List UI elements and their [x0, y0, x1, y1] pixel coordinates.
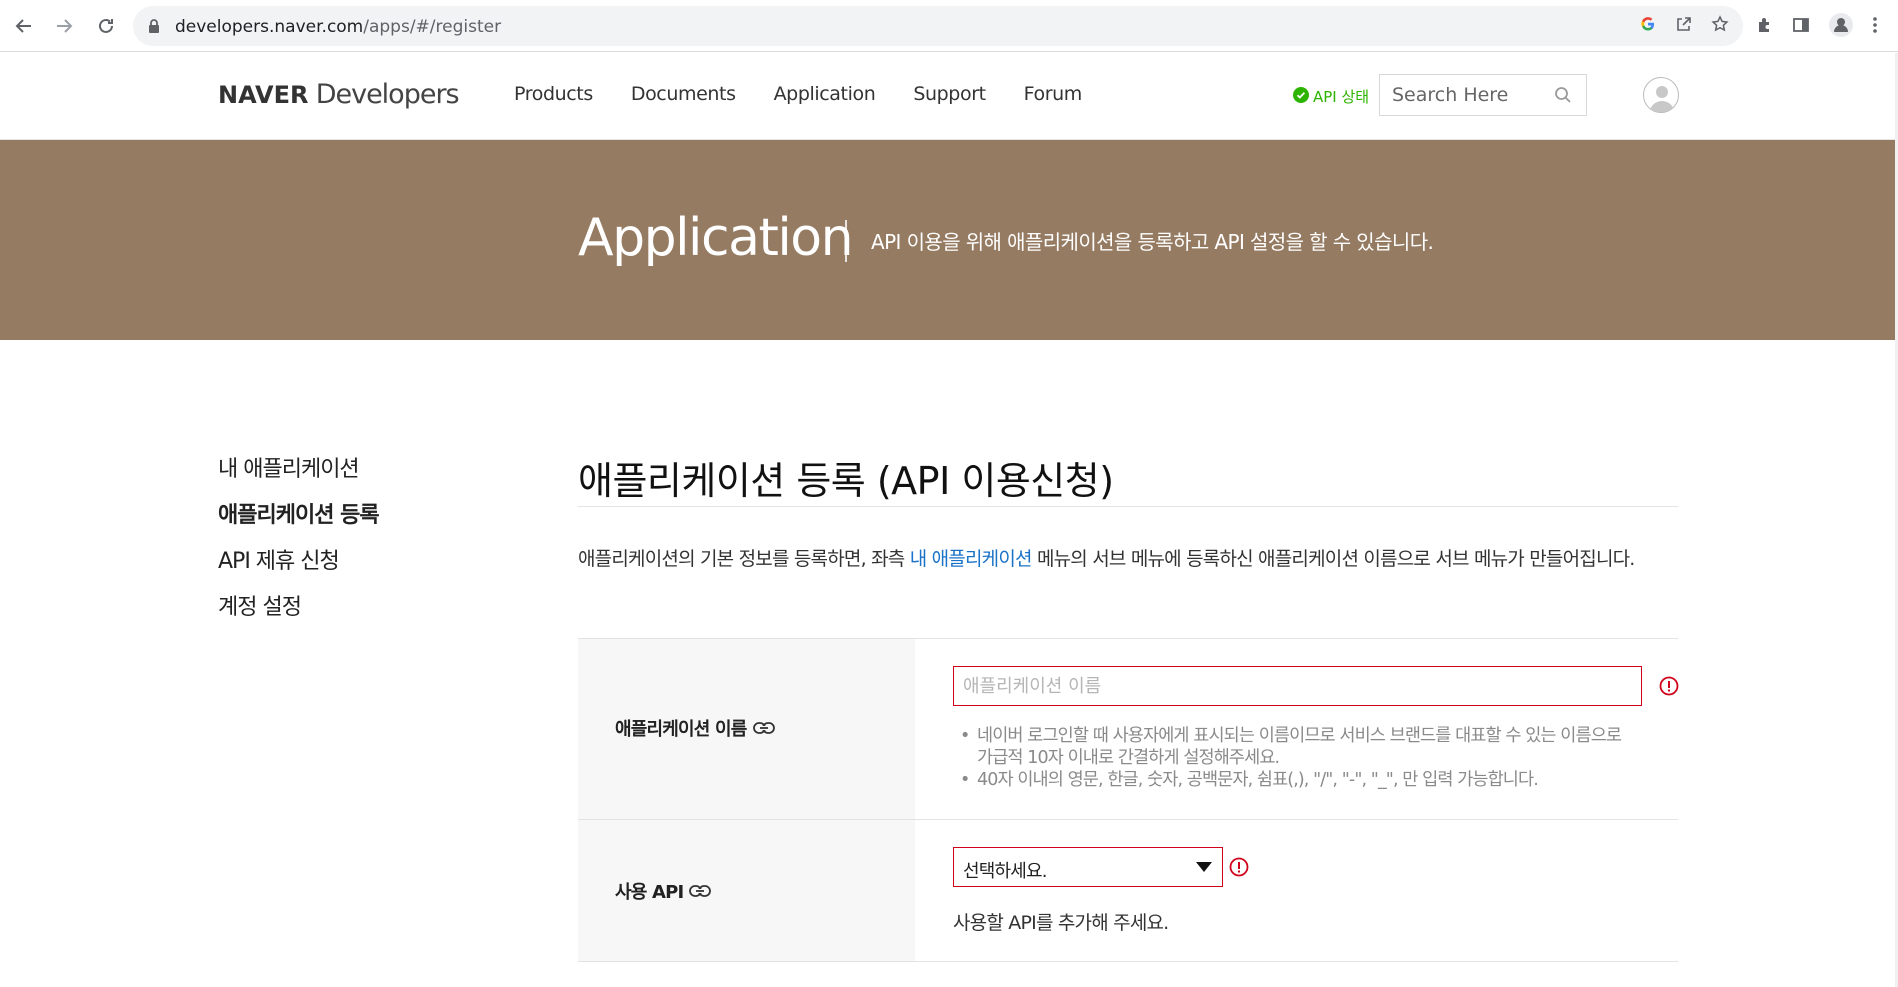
google-icon[interactable] — [1639, 15, 1657, 38]
back-icon[interactable] — [10, 12, 38, 40]
link-icon[interactable] — [689, 881, 712, 902]
app-name-guide: 네이버 로그인할 때 사용자에게 표시되는 이름이므로 서비스 브랜드를 대표할… — [953, 725, 1633, 791]
side-menu-api-partnership[interactable]: API 제휴 신청 — [218, 547, 379, 593]
naver-developers-logo[interactable]: NAVER Developers — [218, 79, 460, 110]
api-select[interactable]: 선택하세요. — [953, 847, 1223, 887]
url-text: developers.naver.com/apps/#/register — [175, 17, 501, 37]
logo-brand: NAVER — [218, 81, 309, 109]
check-circle-icon — [1293, 86, 1309, 107]
main-nav: Products Documents Application Support F… — [514, 83, 1082, 105]
search-input[interactable] — [1392, 83, 1542, 107]
api-label: 사용 API — [615, 878, 712, 904]
form-label-cell: 사용 API — [578, 820, 915, 961]
api-status-label: API 상태 — [1313, 88, 1370, 106]
browser-toolbar: developers.naver.com/apps/#/register — [0, 0, 1898, 52]
intro-text-start: 애플리케이션의 기본 정보를 등록하면, 좌측 — [578, 548, 910, 570]
search-box — [1379, 74, 1587, 116]
extensions-icon[interactable] — [1756, 16, 1774, 39]
banner-divider — [845, 220, 847, 262]
reload-icon[interactable] — [92, 12, 120, 40]
api-hint: 사용할 API를 추가해 주세요. — [953, 912, 1169, 934]
star-icon[interactable] — [1711, 15, 1729, 38]
side-menu-register-application[interactable]: 애플리케이션 등록 — [218, 501, 380, 547]
title-divider — [578, 506, 1678, 507]
page-banner: Application API 이용을 위해 애플리케이션을 등록하고 API … — [0, 140, 1898, 340]
address-bar[interactable]: developers.naver.com/apps/#/register — [133, 6, 1743, 46]
main-content: 애플리케이션 등록 (API 이용신청) 애플리케이션의 기본 정보를 등록하면… — [578, 450, 1679, 962]
nav-documents[interactable]: Documents — [631, 83, 736, 105]
side-menu-my-applications[interactable]: 내 애플리케이션 — [218, 455, 379, 501]
banner-description: API 이용을 위해 애플리케이션을 등록하고 API 설정을 할 수 있습니다… — [871, 230, 1434, 254]
page-title: 애플리케이션 등록 (API 이용신청) — [578, 459, 1114, 503]
my-applications-link[interactable]: 내 애플리케이션 — [910, 548, 1033, 570]
side-menu: 내 애플리케이션 애플리케이션 등록 API 제휴 신청 계정 설정 — [218, 455, 380, 639]
profile-icon[interactable] — [1828, 12, 1854, 43]
sidepanel-icon[interactable] — [1792, 16, 1810, 39]
caret-down-icon — [1196, 862, 1212, 872]
form-label-cell: 애플리케이션 이름 — [578, 639, 915, 819]
link-icon[interactable] — [752, 718, 775, 739]
app-name-input[interactable] — [953, 666, 1642, 706]
api-label-text: 사용 API — [615, 882, 684, 903]
form-row-app-name: 애플리케이션 이름 네이버 로그인할 때 사용자에게 표시되는 이름이므로 서비… — [578, 639, 1679, 820]
site-header: NAVER Developers Products Documents Appl… — [0, 53, 1898, 140]
registration-form: 애플리케이션 이름 네이버 로그인할 때 사용자에게 표시되는 이름이므로 서비… — [578, 638, 1679, 962]
api-status-link[interactable]: API 상태 — [1293, 86, 1369, 107]
user-avatar[interactable] — [1643, 77, 1679, 113]
nav-forum[interactable]: Forum — [1024, 83, 1083, 105]
side-menu-account-settings[interactable]: 계정 설정 — [218, 593, 379, 639]
url-host: developers.naver.com — [175, 17, 364, 37]
more-icon[interactable] — [1872, 16, 1878, 39]
nav-products[interactable]: Products — [514, 83, 593, 105]
guide-item: 네이버 로그인할 때 사용자에게 표시되는 이름이므로 서비스 브랜드를 대표할… — [953, 725, 1633, 769]
guide-item: 40자 이내의 영문, 한글, 숫자, 공백문자, 쉼표(,), "/", "-… — [953, 769, 1633, 791]
intro-text-end: 메뉴의 서브 메뉴에 등록하신 애플리케이션 이름으로 서브 메뉴가 만들어집니… — [1031, 548, 1635, 570]
logo-product: Developers — [315, 79, 460, 110]
share-icon[interactable] — [1675, 15, 1693, 38]
app-name-label-text: 애플리케이션 이름 — [615, 719, 747, 740]
intro-text: 애플리케이션의 기본 정보를 등록하면, 좌측 내 애플리케이션 메뉴의 서브 … — [578, 542, 1678, 576]
app-name-label: 애플리케이션 이름 — [615, 715, 775, 741]
form-row-api: 사용 API 선택하세요. 사용할 API를 추가해 주세요. — [578, 820, 1678, 962]
error-icon — [1229, 857, 1249, 877]
nav-application[interactable]: Application — [774, 83, 876, 105]
banner-title: Application — [578, 208, 854, 268]
error-icon — [1659, 676, 1679, 696]
search-icon[interactable] — [1554, 86, 1572, 109]
url-path: /apps/#/register — [363, 17, 502, 37]
nav-support[interactable]: Support — [913, 83, 986, 105]
lock-icon — [147, 18, 161, 39]
api-select-value: 선택하세요. — [963, 861, 1048, 882]
forward-icon[interactable] — [50, 12, 78, 40]
